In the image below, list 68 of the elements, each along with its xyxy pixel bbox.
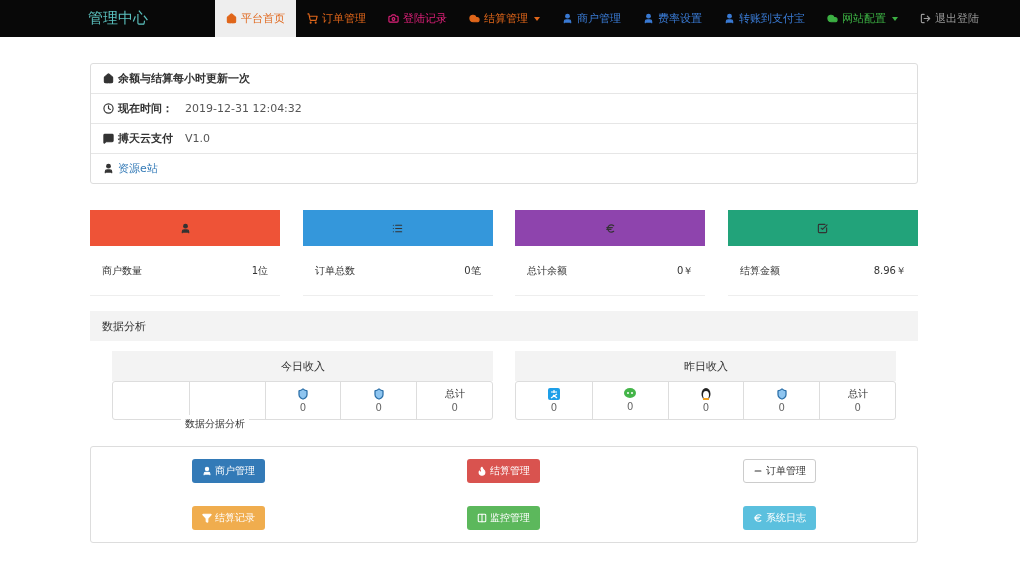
user-icon	[103, 163, 114, 174]
alipay-icon	[547, 387, 560, 400]
stat-label: 总计余额	[527, 264, 568, 278]
camera-icon	[388, 13, 399, 24]
user-icon	[179, 222, 191, 234]
info-value: 2019-12-31 12:04:32	[185, 102, 302, 115]
nav-tab[interactable]: 费率设置	[632, 0, 713, 37]
nav-tab[interactable]: 商户管理	[551, 0, 632, 37]
chat-bubble-icon	[624, 388, 637, 399]
stat-value: 1位	[251, 264, 268, 278]
logout-icon	[920, 13, 931, 24]
income-title: 昨日收入	[683, 358, 728, 374]
total-label: 总计	[444, 387, 465, 400]
nav-tab[interactable]: 网站配置	[816, 0, 909, 37]
income-value: 0	[375, 401, 382, 414]
cloud-icon	[827, 13, 838, 24]
shield-icon	[372, 387, 385, 400]
columns-icon	[477, 513, 488, 523]
section-title: 数据分析	[102, 318, 146, 334]
info-label: 现在时间：	[118, 101, 173, 116]
income-value: 0	[550, 401, 558, 414]
comment-icon	[103, 133, 114, 144]
list-icon	[392, 222, 404, 234]
home-icon	[226, 13, 237, 24]
total-label: 总计	[847, 387, 868, 400]
nav-tab[interactable]: 平台首页	[215, 0, 296, 37]
income-value: 0	[854, 401, 861, 414]
stat-label: 结算金额	[739, 264, 780, 278]
stat-label: 商户数量	[102, 264, 142, 278]
stat-value: 0笔	[464, 264, 481, 278]
nav-tab[interactable]: 转账到支付宝	[713, 0, 816, 37]
nav-tab[interactable]: 结算管理	[458, 0, 551, 37]
nav-tab[interactable]: 订单管理	[296, 0, 377, 37]
stat-value: 8.96￥	[873, 264, 906, 278]
nav-tab[interactable]: 退出登陆	[909, 0, 990, 37]
site-link[interactable]: 资源e站	[118, 161, 158, 176]
income-value: 0	[451, 401, 458, 414]
stat-value: 0￥	[676, 264, 694, 278]
info-value: V1.0	[185, 132, 211, 145]
income-value: 0	[627, 401, 634, 413]
home-icon	[103, 73, 114, 84]
filter-icon	[202, 513, 213, 523]
penguin-icon	[701, 387, 711, 400]
action-button[interactable]: 结算管理	[467, 459, 541, 483]
shield-icon	[297, 387, 309, 400]
action-button[interactable]: 商户管理	[192, 459, 266, 483]
user-icon	[202, 466, 213, 476]
fire-icon	[477, 466, 488, 476]
income-value: 0	[299, 401, 307, 414]
euro-icon	[752, 513, 763, 523]
shield-icon	[775, 387, 788, 400]
cloud-icon	[469, 13, 480, 24]
check-icon	[817, 222, 829, 234]
income-title: 今日收入	[280, 358, 325, 374]
info-label: 搏天云支付	[118, 131, 173, 146]
action-button[interactable]: 订单管理	[742, 459, 816, 483]
income-value: 0	[778, 401, 785, 414]
user-icon	[562, 13, 573, 24]
cart-icon	[307, 13, 318, 24]
income-value: 0	[702, 402, 710, 414]
user-icon	[724, 13, 735, 24]
nav-tab[interactable]: 登陆记录	[377, 0, 458, 37]
euro-icon	[604, 222, 616, 234]
brand-title: 管理中心	[87, 8, 149, 29]
clock-icon	[103, 103, 114, 114]
info-label: 余额与结算每小时更新一次	[118, 71, 250, 86]
user-icon	[643, 13, 654, 24]
stat-label: 订单总数	[314, 264, 355, 278]
